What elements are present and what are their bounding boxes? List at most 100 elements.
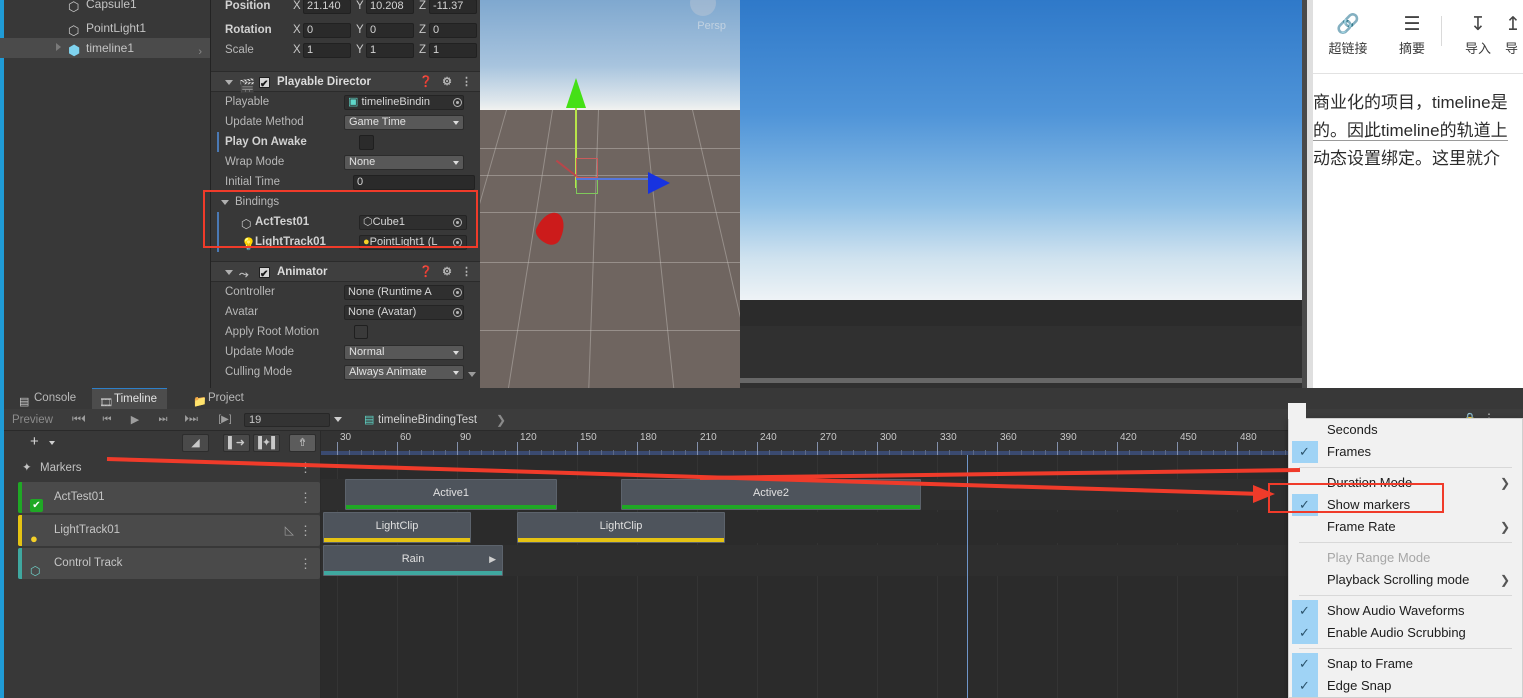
context-menu-item[interactable]: Show Audio Waveforms [1289,600,1522,622]
document-panel[interactable]: 🔗 超链接 ☰ 摘要 ↧ 导入 ↥ 导 商业化的项目，timeline是 的。因… [1307,0,1523,388]
rotation-x-field[interactable]: 0 [303,23,351,38]
preset-icon[interactable]: ⚙ [442,76,452,88]
timeline-track-headers[interactable]: ✦ Markers ⋮ ✔ ActTest01 ⋮ ● LightTrack01 ◺ ⋮ ⬡ C… [4,455,320,698]
object-picker-icon[interactable] [453,218,462,227]
component-header-icons[interactable]: ❓ ⚙ ⋮ [413,72,472,93]
kebab-menu-icon[interactable]: ⋮ [299,515,312,546]
scale-x-field[interactable]: 1 [303,43,351,58]
position-y-field[interactable]: 10.208 [366,0,414,14]
context-menu-item[interactable]: Playback Scrolling mode ❯ [1289,569,1522,591]
mix-mode-button[interactable]: ◢ [182,434,209,452]
gizmo-plane-xz[interactable] [576,158,598,178]
context-menu-item[interactable]: Enable Audio Scrubbing [1289,622,1522,644]
inspector-panel[interactable]: Position X 21.140 Y 10.208 Z -11.37 Rota… [210,0,480,388]
animator-avatar-row[interactable]: Avatar None (Avatar) [211,302,480,322]
initial-time-field[interactable]: 0 [353,175,475,190]
hierarchy-item-capsule1[interactable]: ⬡ Capsule1 [0,0,210,14]
chevron-right-icon[interactable] [56,43,61,51]
rotation-z-field[interactable]: 0 [429,23,477,38]
prev-frame-icon[interactable]: ⏮ [96,412,118,428]
animator-update-mode-dropdown[interactable]: Normal [344,345,464,360]
game-horizontal-scrollbar[interactable] [740,378,1307,383]
gizmo-y-arrow[interactable] [566,78,586,108]
import-button[interactable]: ↧ 导入 [1447,12,1509,57]
first-frame-icon[interactable]: ⏮⏴ [68,412,90,428]
playable-director-enabled-checkbox[interactable] [259,74,270,95]
animator-controller-row[interactable]: Controller None (Runtime A [211,282,480,302]
object-picker-icon[interactable] [453,98,462,107]
foldout-icon[interactable] [221,200,229,205]
animator-header[interactable]: ⤳ Animator ❓ ⚙ ⋮ [211,261,480,285]
timeline-clip[interactable]: LightClip [517,512,725,543]
curve-view-icon[interactable]: ◺ [285,515,294,546]
clip-expand-icon[interactable]: ▶ [489,546,496,572]
preview-button[interactable]: Preview [12,412,53,428]
chevron-down-icon[interactable] [334,417,342,422]
game-view[interactable] [740,0,1307,388]
binding-row-lighttrack01[interactable]: 💡 LightTrack01 ●PointLight1 (L [211,232,480,252]
tab-project[interactable]: 📁 Project [186,388,254,409]
control-track-icon[interactable]: ⬡ [30,556,45,578]
scroll-down-arrow[interactable] [468,372,476,377]
object-picker-icon[interactable] [453,288,462,297]
track-header[interactable]: ✔ ActTest01 ⋮ [18,482,320,513]
context-menu-item[interactable]: Seconds [1289,419,1522,441]
chevron-down-icon[interactable] [49,441,55,445]
gizmo-x-axis[interactable] [576,178,648,180]
hierarchy-panel[interactable]: ⬡ Capsule1 ⬡ PointLight1 ⬢ timeline1 › [0,0,210,388]
initial-time-row[interactable]: Initial Time 0 [211,172,480,192]
gizmo-x-arrow[interactable] [648,172,670,194]
tab-timeline[interactable]: 🎞 Timeline [92,388,168,409]
ripple-edit-button[interactable]: ▌➜ [223,434,250,452]
transform-rotation-row[interactable]: Rotation X 0 Y 0 Z 0 [211,20,480,40]
kebab-menu-icon[interactable]: ⋮ [299,482,312,513]
controller-object-field[interactable]: None (Runtime A [344,285,464,300]
export-button[interactable]: ↥ 导 [1505,12,1523,57]
add-track-button[interactable]: + [30,434,39,450]
transform-scale-row[interactable]: Scale X 1 Y 1 Z 1 [211,40,480,60]
play-icon[interactable]: ▶ [124,412,146,428]
scale-y-field[interactable]: 1 [366,43,414,58]
hyperlink-button[interactable]: 🔗 超链接 [1317,12,1379,57]
foldout-icon[interactable] [225,270,233,275]
play-range-icon[interactable]: [▶] [212,412,238,428]
tab-console[interactable]: ▤ Console [12,388,86,409]
wrap-mode-row[interactable]: Wrap Mode None [211,152,480,172]
hierarchy-item-pointlight1[interactable]: ⬡ PointLight1 [0,18,210,38]
help-icon[interactable]: ❓ [419,266,433,278]
animator-update-mode-row[interactable]: Update Mode Normal [211,342,480,362]
timeline-clip[interactable]: LightClip [323,512,471,543]
gizmo-plane-xy[interactable] [576,179,598,194]
replace-edit-button[interactable]: ▐✦▌ [253,434,280,452]
animator-culling-mode-dropdown[interactable]: Always Animate [344,365,464,380]
scene-view[interactable]: Persp [480,0,740,388]
playable-object-field[interactable]: ▣ timelineBindin [344,95,464,110]
help-icon[interactable]: ❓ [419,76,433,88]
apply-root-motion-row[interactable]: Apply Root Motion [211,322,480,342]
next-frame-icon[interactable]: ⏭ [152,412,174,428]
timeline-options-context-menu[interactable]: SecondsFramesDuration Mode❯Show markersF… [1288,418,1523,698]
apply-root-motion-checkbox[interactable] [354,325,368,339]
foldout-icon[interactable] [225,80,233,85]
last-frame-icon[interactable]: ⏵⏭ [180,412,202,428]
animator-enabled-checkbox[interactable] [259,264,270,285]
transform-position-row[interactable]: Position X 21.140 Y 10.208 Z -11.37 [211,0,480,16]
timeline-clip[interactable]: Active2 [621,479,921,510]
kebab-menu-icon[interactable]: ⋮ [461,76,472,88]
position-z-field[interactable]: -11.37 [429,0,477,14]
binding-row-acttest01[interactable]: ⬡ ActTest01 ⬡Cube1 [211,212,480,232]
playable-field-row[interactable]: Playable ▣ timelineBindin [211,92,480,112]
summary-button[interactable]: ☰ 摘要 [1381,12,1443,57]
play-on-awake-checkbox[interactable] [359,135,374,150]
light-bulb-icon[interactable]: ● [30,523,45,546]
wrap-mode-dropdown[interactable]: None [344,155,464,170]
document-toolbar[interactable]: 🔗 超链接 ☰ 摘要 ↧ 导入 ↥ 导 [1313,0,1523,74]
bindings-foldout-row[interactable]: Bindings [211,192,480,212]
position-x-field[interactable]: 21.140 [303,0,351,14]
rotation-y-field[interactable]: 0 [366,23,414,38]
timeline-asset-name[interactable]: timelineBindingTest [378,412,477,428]
update-method-row[interactable]: Update Method Game Time [211,112,480,132]
track-header[interactable]: ● LightTrack01 ◺ ⋮ [18,515,320,546]
avatar-object-field[interactable]: None (Avatar) [344,305,464,320]
playable-director-header[interactable]: 🎬 Playable Director ❓ ⚙ ⋮ [211,71,480,95]
